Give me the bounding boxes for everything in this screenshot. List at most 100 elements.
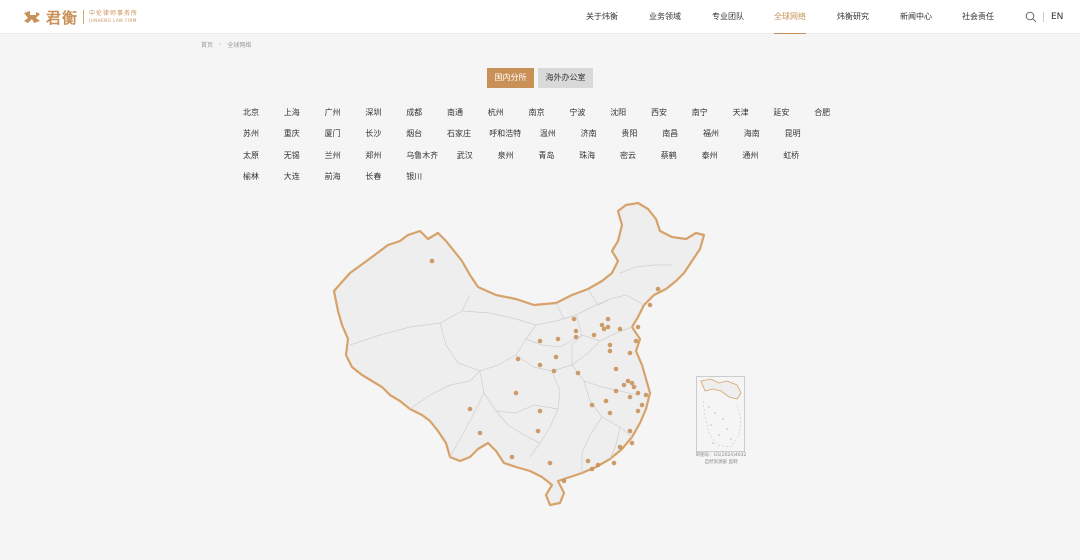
breadcrumb-home[interactable]: 首页 <box>201 40 213 49</box>
city-link-shenyang[interactable]: 沈阳 <box>610 108 626 118</box>
office-marker[interactable] <box>429 258 435 264</box>
city-link-qianhai[interactable]: 前海 <box>325 172 341 182</box>
office-marker[interactable] <box>573 328 579 334</box>
city-link-nanjing[interactable]: 南京 <box>529 108 545 118</box>
city-link-chengdu[interactable]: 成都 <box>406 108 422 118</box>
office-marker[interactable] <box>627 350 633 356</box>
office-marker[interactable] <box>631 384 637 390</box>
office-marker[interactable] <box>601 326 607 332</box>
city-link-suzhou[interactable]: 苏州 <box>243 129 259 139</box>
office-marker[interactable] <box>585 458 591 464</box>
office-marker[interactable] <box>537 362 543 368</box>
city-link-chongqing[interactable]: 重庆 <box>284 129 300 139</box>
city-link-wuxi[interactable]: 无锡 <box>284 151 300 161</box>
city-link-taizhou[interactable]: 泰州 <box>702 151 718 161</box>
office-marker[interactable] <box>607 342 613 348</box>
city-link-shanghai[interactable]: 上海 <box>284 108 300 118</box>
city-link-hangzhou[interactable]: 杭州 <box>488 108 504 118</box>
office-marker[interactable] <box>477 430 483 436</box>
city-link-kunming[interactable]: 昆明 <box>785 129 801 139</box>
office-marker[interactable] <box>625 378 631 384</box>
city-link-hohhot[interactable]: 呼和浩特 <box>489 129 521 139</box>
city-link-changsha[interactable]: 长沙 <box>365 129 381 139</box>
office-marker[interactable] <box>551 368 557 374</box>
nav-item-practice[interactable]: 业务领域 <box>649 0 681 34</box>
site-logo[interactable]: 君衡 中伦律师事务所 JUNHENG LAW FIRM <box>22 8 138 27</box>
office-marker[interactable] <box>513 390 519 396</box>
city-link-guiyang[interactable]: 贵阳 <box>621 129 637 139</box>
tab-domestic-offices[interactable]: 国内分所 <box>487 68 534 88</box>
office-marker[interactable] <box>627 428 633 434</box>
city-link-shenzhen[interactable]: 深圳 <box>365 108 381 118</box>
city-link-beijing[interactable]: 北京 <box>243 108 259 118</box>
office-marker[interactable] <box>595 462 601 468</box>
office-marker[interactable] <box>647 302 653 308</box>
city-link-fuzhou[interactable]: 福州 <box>703 129 719 139</box>
office-marker[interactable] <box>555 336 561 342</box>
city-link-caihe[interactable]: 蔡鹤 <box>661 151 677 161</box>
city-link-hongqiao[interactable]: 虹桥 <box>783 151 799 161</box>
city-link-xian[interactable]: 西安 <box>651 108 667 118</box>
office-marker[interactable] <box>537 338 543 344</box>
office-marker[interactable] <box>613 366 619 372</box>
office-marker[interactable] <box>635 390 641 396</box>
office-marker[interactable] <box>571 316 577 322</box>
office-marker[interactable] <box>613 388 619 394</box>
office-marker[interactable] <box>515 356 521 362</box>
city-link-guangzhou[interactable]: 广州 <box>325 108 341 118</box>
city-link-miyun[interactable]: 密云 <box>620 151 636 161</box>
office-marker[interactable] <box>575 370 581 376</box>
office-marker[interactable] <box>629 380 635 386</box>
city-link-nanning[interactable]: 南宁 <box>692 108 708 118</box>
office-marker[interactable] <box>509 454 515 460</box>
office-marker[interactable] <box>553 354 559 360</box>
city-link-ningbo[interactable]: 宁波 <box>569 108 585 118</box>
office-marker[interactable] <box>599 322 605 328</box>
office-marker[interactable] <box>605 316 611 322</box>
office-marker[interactable] <box>589 402 595 408</box>
nav-item-news[interactable]: 新闻中心 <box>900 0 932 34</box>
city-link-dalian[interactable]: 大连 <box>284 172 300 182</box>
office-marker[interactable] <box>607 410 613 416</box>
city-link-yulin[interactable]: 榆林 <box>243 172 259 182</box>
city-link-yantai[interactable]: 烟台 <box>406 129 422 139</box>
office-marker[interactable] <box>643 392 649 398</box>
office-marker[interactable] <box>627 394 633 400</box>
language-switch[interactable]: EN <box>1051 0 1063 34</box>
city-link-changchun[interactable]: 长春 <box>365 172 381 182</box>
office-marker[interactable] <box>655 286 661 292</box>
office-marker[interactable] <box>561 478 567 484</box>
office-marker[interactable] <box>635 324 641 330</box>
office-marker[interactable] <box>591 332 597 338</box>
office-marker[interactable] <box>639 402 645 408</box>
city-link-lanzhou[interactable]: 兰州 <box>325 151 341 161</box>
tab-overseas-offices[interactable]: 海外办公室 <box>538 68 593 88</box>
office-marker[interactable] <box>629 440 635 446</box>
city-link-yanan[interactable]: 延安 <box>773 108 789 118</box>
office-marker[interactable] <box>633 338 639 344</box>
city-link-qingdao[interactable]: 青岛 <box>538 151 554 161</box>
city-link-xiamen[interactable]: 厦门 <box>325 129 341 139</box>
city-link-zhengzhou[interactable]: 郑州 <box>365 151 381 161</box>
office-marker[interactable] <box>605 324 611 330</box>
city-link-tongzhou[interactable]: 通州 <box>742 151 758 161</box>
city-link-nanchang[interactable]: 南昌 <box>662 129 678 139</box>
city-link-jinan[interactable]: 济南 <box>581 129 597 139</box>
nav-item-network[interactable]: 全球网络 <box>774 0 806 34</box>
nav-item-research[interactable]: 炜衡研究 <box>837 0 869 34</box>
city-link-wuhan[interactable]: 武汉 <box>457 151 473 161</box>
city-link-quanzhou[interactable]: 泉州 <box>498 151 514 161</box>
city-link-yinchuan[interactable]: 银川 <box>406 172 422 182</box>
nav-item-team[interactable]: 专业团队 <box>712 0 744 34</box>
city-link-hefei[interactable]: 合肥 <box>814 108 830 118</box>
city-link-nantong[interactable]: 南通 <box>447 108 463 118</box>
office-marker[interactable] <box>537 408 543 414</box>
city-link-taiyuan[interactable]: 太原 <box>243 151 259 161</box>
office-marker[interactable] <box>603 398 609 404</box>
city-link-tianjin[interactable]: 天津 <box>733 108 749 118</box>
office-marker[interactable] <box>589 466 595 472</box>
office-marker[interactable] <box>535 428 541 434</box>
city-link-hainan[interactable]: 海南 <box>744 129 760 139</box>
nav-item-about[interactable]: 关于炜衡 <box>586 0 618 34</box>
city-link-urumqi[interactable]: 乌鲁木齐 <box>406 151 438 161</box>
